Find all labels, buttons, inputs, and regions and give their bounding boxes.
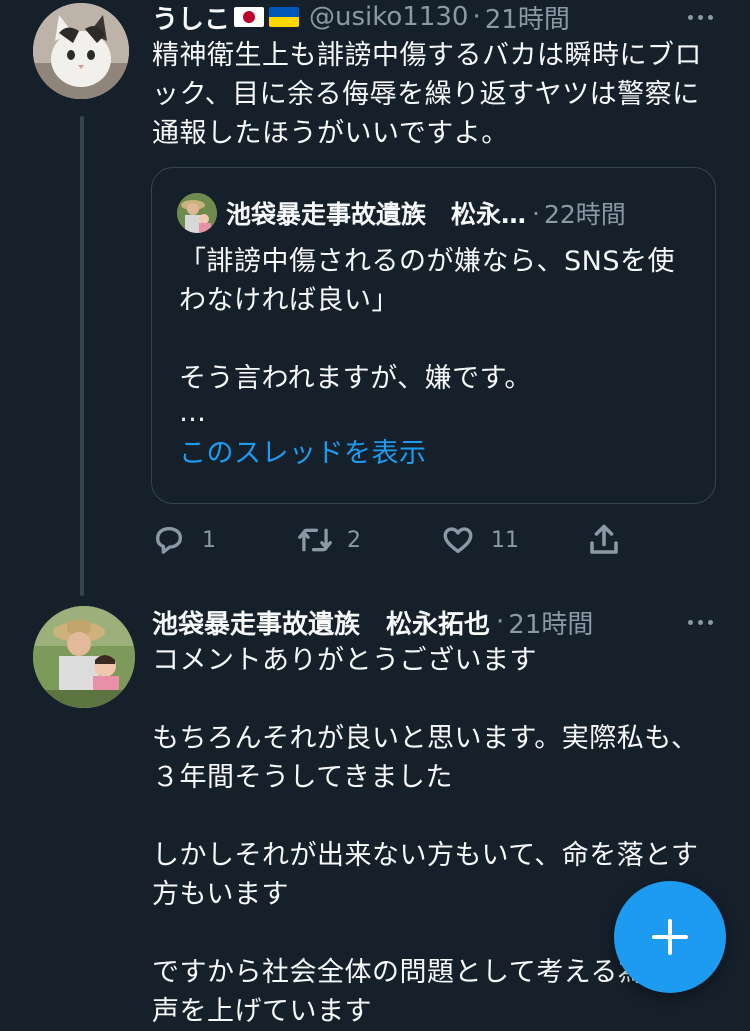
cat-avatar-image — [33, 3, 129, 99]
quote-header: 池袋暴走事故遺族 松永… · 22時間 — [226, 196, 626, 230]
tweet2-body-line: ３年間そうしてきました — [152, 762, 453, 793]
quote-display-name[interactable]: 池袋暴走事故遺族 松永… — [226, 195, 526, 231]
reply-button[interactable]: 1 — [152, 520, 216, 560]
tweet1-separator: · — [472, 2, 481, 32]
heart-icon — [443, 527, 473, 554]
tweet1-body-line: 通報したほうがいいですよ。 — [152, 118, 509, 149]
tweet2-separator: · — [496, 607, 505, 637]
plus-icon — [652, 919, 688, 955]
flag-ukraine-icon — [269, 7, 300, 27]
quote-body-line: 「誹謗中傷されるのが嫌なら、SNSを使 — [179, 246, 675, 277]
family-photo-avatar-image — [177, 193, 217, 233]
tweet1-handle[interactable]: @usiko1130 — [309, 2, 468, 32]
tweet1-body-line: ック、目に余る侮辱を繰り返すヤツは警察に — [152, 79, 700, 110]
like-count: 11 — [491, 527, 519, 553]
tweet1-timestamp[interactable]: 21時間 — [485, 0, 570, 36]
tweet1-body-line: 精神衛生上も誹謗中傷するバカは瞬時にブロ — [152, 40, 702, 71]
quoted-tweet-card[interactable]: 池袋暴走事故遺族 松永… · 22時間 「誹謗中傷されるのが嫌なら、SNSを使 … — [151, 167, 716, 504]
quote-body: 「誹謗中傷されるのが嫌なら、SNSを使 わなければ良い」 そう言われますが、嫌で… — [179, 242, 675, 473]
quote-body-line: わなければ良い」 — [179, 285, 399, 316]
quote-body-line: … — [179, 397, 207, 428]
reply-icon — [155, 526, 183, 554]
quote-separator: · — [532, 198, 540, 228]
reply-count: 1 — [202, 527, 216, 553]
quote-body-line: そう言われますが、嫌です。 — [179, 363, 532, 394]
tweet2-body-line: ですから社会全体の問題として考える為に — [152, 957, 673, 988]
flag-japan-icon — [234, 7, 265, 27]
tweet2-body-line: 声を上げています — [152, 996, 372, 1027]
quote-body-line — [179, 320, 675, 359]
like-button[interactable]: 11 — [441, 520, 519, 560]
thread-connector-line — [80, 116, 84, 596]
avatar-usiko[interactable] — [33, 3, 129, 99]
family-photo-avatar-image — [33, 606, 135, 708]
tweet2-body: コメントありがとうございます もちろんそれが良いと思います。実際私も、 ３年間そ… — [152, 641, 699, 1031]
tweet2-body-line: コメントありがとうございます — [152, 645, 537, 676]
avatar-matsunaga[interactable] — [33, 606, 135, 708]
compose-tweet-button[interactable] — [614, 881, 726, 993]
share-icon — [590, 524, 618, 554]
quote-timestamp[interactable]: 22時間 — [544, 195, 626, 231]
tweet2-header: 池袋暴走事故遺族 松永拓也 · 21時間 — [152, 604, 593, 640]
retweet-button[interactable]: 2 — [297, 520, 361, 560]
tweet2-body-line: しかしそれが出来ない方もいて、命を落とす — [152, 840, 699, 871]
tweet2-more-icon[interactable] — [684, 616, 716, 628]
tweet1-header: うしこ @usiko1130 · 21時間 — [152, 0, 570, 36]
tweet2-timestamp[interactable]: 21時間 — [508, 604, 593, 641]
retweet-count: 2 — [347, 527, 361, 553]
retweet-icon — [298, 528, 332, 552]
tweet2-display-name[interactable]: 池袋暴走事故遺族 松永拓也 — [152, 604, 490, 641]
tweet2-body-line — [152, 680, 699, 719]
show-thread-link[interactable]: このスレッドを表示 — [179, 434, 675, 473]
tweet2-body-line — [152, 797, 699, 836]
quote-avatar[interactable] — [177, 193, 217, 233]
tweet1-more-icon[interactable] — [684, 11, 716, 23]
tweet2-body-line: もちろんそれが良いと思います。実際私も、 — [152, 723, 699, 754]
tweet1-body: 精神衛生上も誹謗中傷するバカは瞬時にブロ ック、目に余る侮辱を繰り返すヤツは警察… — [152, 36, 702, 153]
share-button[interactable] — [586, 520, 622, 560]
tweet1-display-name[interactable]: うしこ — [152, 0, 230, 36]
tweet2-body-line: 方もいます — [152, 879, 289, 910]
